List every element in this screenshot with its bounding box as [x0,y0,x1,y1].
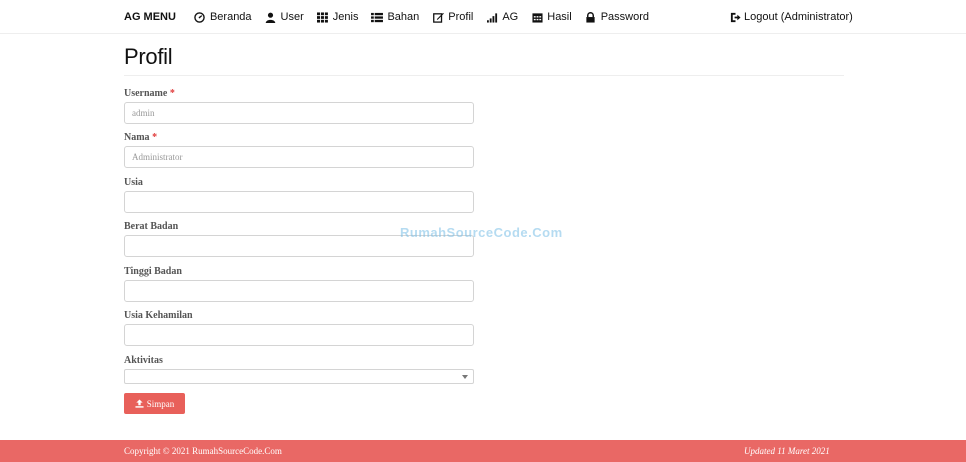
nav-item-label: Jenis [332,11,359,23]
usia-label: Usia [124,177,143,188]
nav-menu: AG MENU Beranda User Jenis Bahan Profil … [124,0,662,34]
footer-updated: Updated 11 Maret 2021 [744,446,830,456]
aktivitas-select[interactable] [124,369,474,384]
top-navbar: AG MENU Beranda User Jenis Bahan Profil … [0,0,966,34]
nav-item-label: Password [600,11,649,23]
nav-item-password[interactable]: Password [585,11,649,23]
nav-item-beranda[interactable]: Beranda [194,11,252,23]
usia-field[interactable] [124,191,474,213]
upload-icon [135,399,144,408]
footer-copyright: Copyright © 2021 RumahSourceCode.Com [124,446,282,456]
simpan-label: Simpan [146,398,175,409]
username-field[interactable]: admin [124,102,474,124]
nav-item-label: Beranda [209,11,252,23]
logout-icon [729,11,741,23]
nav-item-ag[interactable]: AG [486,11,518,23]
nav-item-bahan[interactable]: Bahan [371,11,419,23]
nama-field[interactable]: Administrator [124,146,474,168]
tinggi-badan-field[interactable] [124,280,474,302]
nav-item-label: Profil [448,11,474,23]
title-divider [124,75,844,76]
nav-item-hasil[interactable]: Hasil [531,11,572,23]
watermark: RumahSourceCode.Com [400,225,563,240]
username-label: Username * [124,88,175,99]
aktivitas-label: Aktivitas [124,355,163,366]
usia-kehamilan-field[interactable] [124,324,474,346]
brand[interactable]: AG MENU [124,11,176,23]
nav-item-label: User [280,11,304,23]
nav-item-jenis[interactable]: Jenis [317,11,359,23]
simpan-button[interactable]: Simpan [124,393,185,414]
logout-label: Logout (Administrator) [744,11,853,23]
nav-item-user[interactable]: User [265,11,304,23]
lock-icon [585,11,597,23]
nav-item-label: AG [502,11,519,23]
dashboard-icon [194,11,206,23]
berat-badan-label: Berat Badan [124,221,179,232]
nav-item-label: Hasil [547,11,572,23]
signal-icon [486,11,498,23]
edit-icon [432,11,444,23]
required-mark: * [169,88,175,99]
list-icon [371,11,384,23]
user-icon [265,11,277,23]
tinggi-badan-label: Tinggi Badan [124,266,182,277]
usia-kehamilan-label: Usia Kehamilan [124,310,193,321]
required-mark: * [152,132,158,143]
page-title: Profil [124,44,173,69]
nama-label: Nama * [124,132,158,143]
grid-icon [317,11,329,23]
nav-item-label: Bahan [387,11,420,23]
chevron-down-icon [462,375,468,379]
footer: Copyright © 2021 RumahSourceCode.Com Upd… [0,440,966,462]
calendar-icon [531,11,543,23]
nav-item-profil[interactable]: Profil [432,11,473,23]
logout-link[interactable]: Logout (Administrator) [729,0,853,34]
